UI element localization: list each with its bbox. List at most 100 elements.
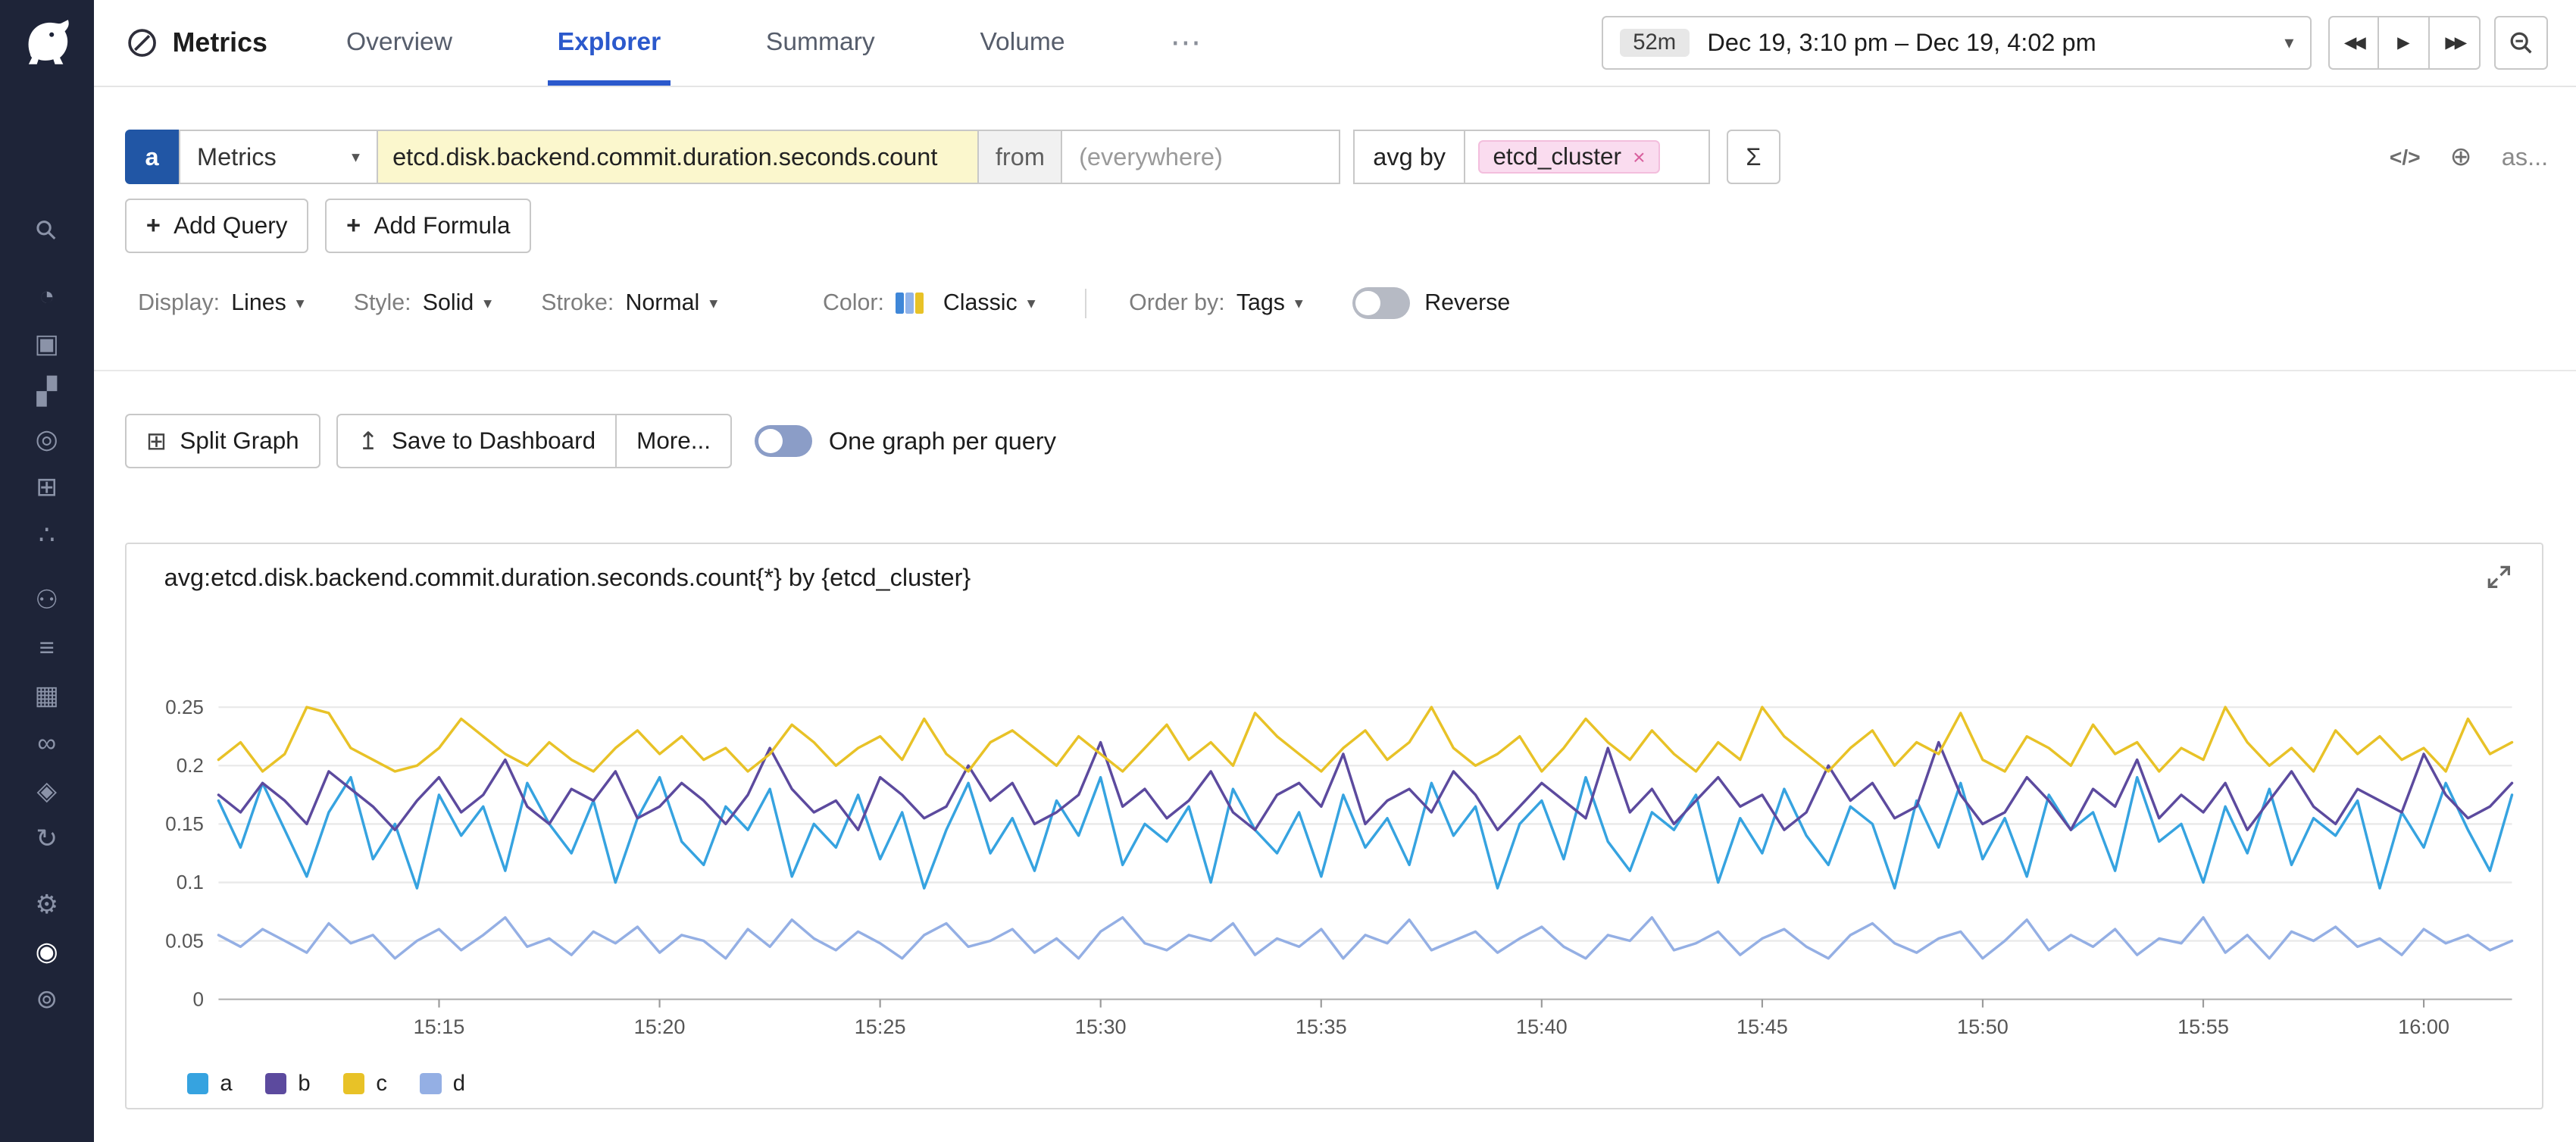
save-more-group: ↥ Save to Dashboard More... <box>336 414 732 468</box>
legend-item-b[interactable]: b <box>265 1072 311 1097</box>
save-to-dashboard-button[interactable]: ↥ Save to Dashboard <box>336 414 617 468</box>
tab-explorer[interactable]: Explorer <box>558 0 661 86</box>
code-view-icon[interactable]: </> <box>2390 145 2421 170</box>
one-graph-per-query-label: One graph per query <box>829 427 1056 455</box>
time-play-button[interactable]: ▶ <box>2379 16 2430 70</box>
people-icon[interactable]: ⚇ <box>0 577 94 624</box>
split-graph-icon: ⊞ <box>146 427 167 455</box>
ci-pipelines-icon[interactable]: ∴ <box>0 511 94 558</box>
rewind-icon: ◀◀ <box>2344 33 2363 52</box>
svg-text:0.2: 0.2 <box>177 754 204 777</box>
watchdog-icon[interactable]: ◔ <box>0 273 94 321</box>
one-graph-per-query-toggle[interactable] <box>755 425 812 456</box>
svg-text:0.15: 0.15 <box>165 812 204 835</box>
add-query-button[interactable]: + Add Query <box>125 199 309 252</box>
from-label: from <box>977 130 1062 184</box>
time-controls: 52m Dec 19, 3:10 pm – Dec 19, 4:02 pm ▾ … <box>1602 0 2576 86</box>
line-chart[interactable]: 00.050.10.150.20.2515:1515:2015:2515:301… <box>127 661 2542 1068</box>
integrations-icon[interactable]: ⊞ <box>0 463 94 511</box>
legend-item-a[interactable]: a <box>187 1072 233 1097</box>
svg-text:0: 0 <box>192 987 203 1010</box>
split-graph-button[interactable]: ⊞ Split Graph <box>125 414 320 468</box>
logs-icon[interactable]: ≡ <box>0 624 94 672</box>
svg-text:0.25: 0.25 <box>165 696 204 718</box>
datadog-logo[interactable] <box>0 0 94 86</box>
display-options-row: Display: Lines ▾ Style: Solid ▾ Stroke: … <box>138 277 1510 328</box>
legend-swatch <box>187 1073 208 1094</box>
zoom-out-icon <box>2508 30 2534 56</box>
legend-swatch <box>265 1073 286 1094</box>
svg-text:15:50: 15:50 <box>1957 1015 2009 1038</box>
chart-panel: avg:etcd.disk.backend.commit.duration.se… <box>125 543 2543 1109</box>
reverse-toggle[interactable] <box>1352 287 1410 318</box>
legend-item-d[interactable]: d <box>420 1072 465 1097</box>
sidebar-icons: ⚲◔▣▞◎⊞∴⚇≡▦∞◈↻⚙◉⊚ <box>0 207 94 1024</box>
legend-label: d <box>453 1072 465 1097</box>
svg-text:15:45: 15:45 <box>1737 1015 1788 1038</box>
security-icon[interactable]: ◈ <box>0 768 94 815</box>
as-option[interactable]: as... <box>2502 143 2548 171</box>
page-title: Metrics <box>173 27 267 58</box>
legend-item-c[interactable]: c <box>343 1072 387 1097</box>
expand-icon <box>2486 564 2512 590</box>
time-range-picker[interactable]: 52m Dec 19, 3:10 pm – Dec 19, 4:02 pm ▾ <box>1602 16 2312 70</box>
group-by-field[interactable]: etcd_cluster × <box>1464 130 1710 184</box>
topbar: Metrics Overview Explorer Summary Volume… <box>94 0 2576 87</box>
display-select[interactable]: Lines ▾ <box>231 290 304 316</box>
metrics-nav-icon[interactable]: ▞ <box>0 368 94 416</box>
product-header: Metrics <box>127 0 267 86</box>
metrics-active-icon[interactable]: ◉ <box>0 928 94 976</box>
aggregation-label[interactable]: avg by <box>1353 130 1465 184</box>
add-formula-button[interactable]: + Add Formula <box>325 199 531 252</box>
legend-label: c <box>376 1072 387 1097</box>
monitors-icon[interactable]: ↻ <box>0 815 94 862</box>
svg-text:15:20: 15:20 <box>633 1015 685 1038</box>
svg-text:15:40: 15:40 <box>1516 1015 1568 1038</box>
chart-legend: a b c d <box>187 1072 2542 1097</box>
sigma-button[interactable]: Σ <box>1727 130 1781 184</box>
legend-label: b <box>298 1072 310 1097</box>
query-source-select[interactable]: Metrics ▾ <box>179 130 377 184</box>
settings-icon[interactable]: ⊚ <box>0 976 94 1024</box>
remove-tag-icon[interactable]: × <box>1633 145 1645 170</box>
add-formula-label: Add Formula <box>374 212 510 239</box>
order-by-value: Tags <box>1236 290 1285 316</box>
zoom-out-button[interactable] <box>2494 16 2549 70</box>
tab-summary[interactable]: Summary <box>766 0 875 86</box>
expand-chart-button[interactable] <box>2486 564 2512 590</box>
time-back-button[interactable]: ◀◀ <box>2328 16 2379 70</box>
tab-overview[interactable]: Overview <box>346 0 452 86</box>
legend-swatch <box>420 1073 441 1094</box>
scope-input[interactable]: (everywhere) <box>1061 130 1340 184</box>
query-actions-row: + Add Query + Add Formula <box>125 199 532 252</box>
search-icon[interactable]: ⚲ <box>0 181 97 281</box>
upload-icon: ↥ <box>358 427 378 455</box>
time-nav-buttons: ◀◀ ▶ ▶▶ <box>2328 16 2481 70</box>
apm-icon[interactable]: ◎ <box>0 416 94 464</box>
dashboards-icon[interactable]: ▦ <box>0 672 94 720</box>
query-row: a Metrics ▾ etcd.disk.backend.commit.dur… <box>125 130 2548 184</box>
time-forward-button[interactable]: ▶▶ <box>2430 16 2481 70</box>
globe-icon[interactable]: ⊕ <box>2450 142 2472 172</box>
tab-more-icon[interactable]: ⋯ <box>1170 0 1201 86</box>
chevron-down-icon: ▾ <box>1027 293 1036 313</box>
style-select[interactable]: Solid ▾ <box>423 290 492 316</box>
query-letter-badge[interactable]: a <box>125 130 180 184</box>
chevron-down-icon: ▾ <box>709 293 717 313</box>
color-select[interactable]: Classic ▾ <box>896 290 1035 316</box>
svg-text:15:35: 15:35 <box>1296 1015 1347 1038</box>
datadog-dog-icon <box>20 18 73 67</box>
order-by-select[interactable]: Tags ▾ <box>1236 290 1303 316</box>
color-label: Color: <box>823 290 884 316</box>
chart-header: avg:etcd.disk.backend.commit.duration.se… <box>127 544 2542 592</box>
infrastructure-icon[interactable]: ▣ <box>0 321 94 368</box>
group-by-tag-label: etcd_cluster <box>1493 143 1621 171</box>
more-button[interactable]: More... <box>617 414 732 468</box>
metric-name-input[interactable]: etcd.disk.backend.commit.duration.second… <box>377 130 980 184</box>
svg-text:16:00: 16:00 <box>2398 1015 2449 1038</box>
errors-icon[interactable]: ⚙ <box>0 881 94 928</box>
synthetics-icon[interactable]: ∞ <box>0 720 94 768</box>
stroke-select[interactable]: Normal ▾ <box>626 290 718 316</box>
tab-volume[interactable]: Volume <box>980 0 1064 86</box>
style-label: Style: <box>354 290 411 316</box>
